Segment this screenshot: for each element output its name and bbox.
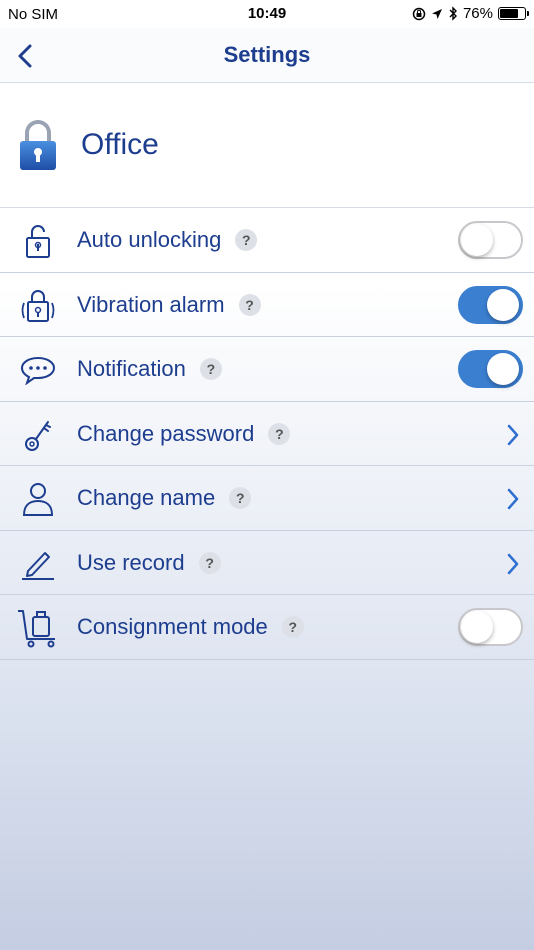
help-icon[interactable]: ? bbox=[229, 487, 252, 509]
row-consignment-mode: Consignment mode ? bbox=[0, 595, 534, 660]
help-icon[interactable]: ? bbox=[198, 551, 221, 574]
help-icon[interactable]: ? bbox=[199, 358, 222, 380]
padlock-icon bbox=[20, 120, 56, 170]
row-notification: Notification ? bbox=[0, 337, 534, 402]
auto-unlocking-toggle[interactable] bbox=[458, 221, 523, 259]
row-label: Consignment mode bbox=[77, 614, 268, 639]
orientation-lock-icon bbox=[412, 7, 426, 20]
status-right: 76% bbox=[412, 5, 529, 22]
row-label: Change password bbox=[77, 420, 255, 446]
key-icon bbox=[16, 416, 60, 454]
settings-list: Auto unlocking ? Vibration alarm ? Notif… bbox=[0, 208, 534, 660]
row-change-password[interactable]: Change password ? bbox=[0, 402, 534, 466]
bluetooth-icon bbox=[449, 6, 457, 21]
row-label: Auto unlocking bbox=[77, 227, 222, 252]
chevron-right-icon bbox=[507, 424, 519, 445]
location-arrow-icon bbox=[431, 8, 442, 19]
toggle-knob bbox=[461, 224, 493, 256]
help-icon[interactable]: ? bbox=[281, 616, 304, 638]
help-icon[interactable]: ? bbox=[238, 293, 261, 316]
row-auto-unlocking: Auto unlocking ? bbox=[0, 208, 534, 273]
pencil-icon bbox=[16, 545, 60, 583]
status-bar: No SIM 10:49 76% bbox=[0, 0, 534, 28]
row-label: Notification bbox=[77, 356, 186, 381]
speech-bubble-icon bbox=[16, 351, 60, 389]
device-name: Office bbox=[81, 128, 159, 161]
vibration-alarm-toggle[interactable] bbox=[458, 285, 523, 324]
row-vibration-alarm: Vibration alarm ? bbox=[0, 273, 534, 337]
battery-icon bbox=[498, 7, 529, 20]
row-label: Use record bbox=[77, 549, 185, 575]
row-label: Vibration alarm bbox=[77, 291, 225, 317]
help-icon[interactable]: ? bbox=[268, 422, 291, 445]
help-icon[interactable]: ? bbox=[235, 229, 258, 251]
vibrating-lock-icon bbox=[16, 287, 60, 325]
toggle-knob bbox=[461, 611, 493, 643]
luggage-cart-icon bbox=[16, 609, 60, 648]
row-label: Change name bbox=[77, 485, 216, 510]
row-change-name[interactable]: Change name ? bbox=[0, 466, 534, 531]
battery-percent: 76% bbox=[462, 5, 493, 22]
lock-outline-icon bbox=[16, 222, 60, 260]
notification-toggle[interactable] bbox=[458, 350, 523, 388]
consignment-mode-toggle[interactable] bbox=[458, 608, 523, 646]
page-title: Settings bbox=[223, 42, 311, 67]
toggle-knob bbox=[487, 353, 519, 385]
person-icon bbox=[16, 480, 60, 518]
battery-fill bbox=[500, 9, 519, 18]
chevron-right-icon bbox=[507, 488, 519, 510]
toggle-knob bbox=[487, 288, 519, 321]
chevron-right-icon bbox=[507, 553, 519, 574]
navigation-bar: Settings bbox=[0, 28, 534, 83]
row-use-record[interactable]: Use record ? bbox=[0, 531, 534, 595]
device-header: Office bbox=[0, 84, 534, 208]
